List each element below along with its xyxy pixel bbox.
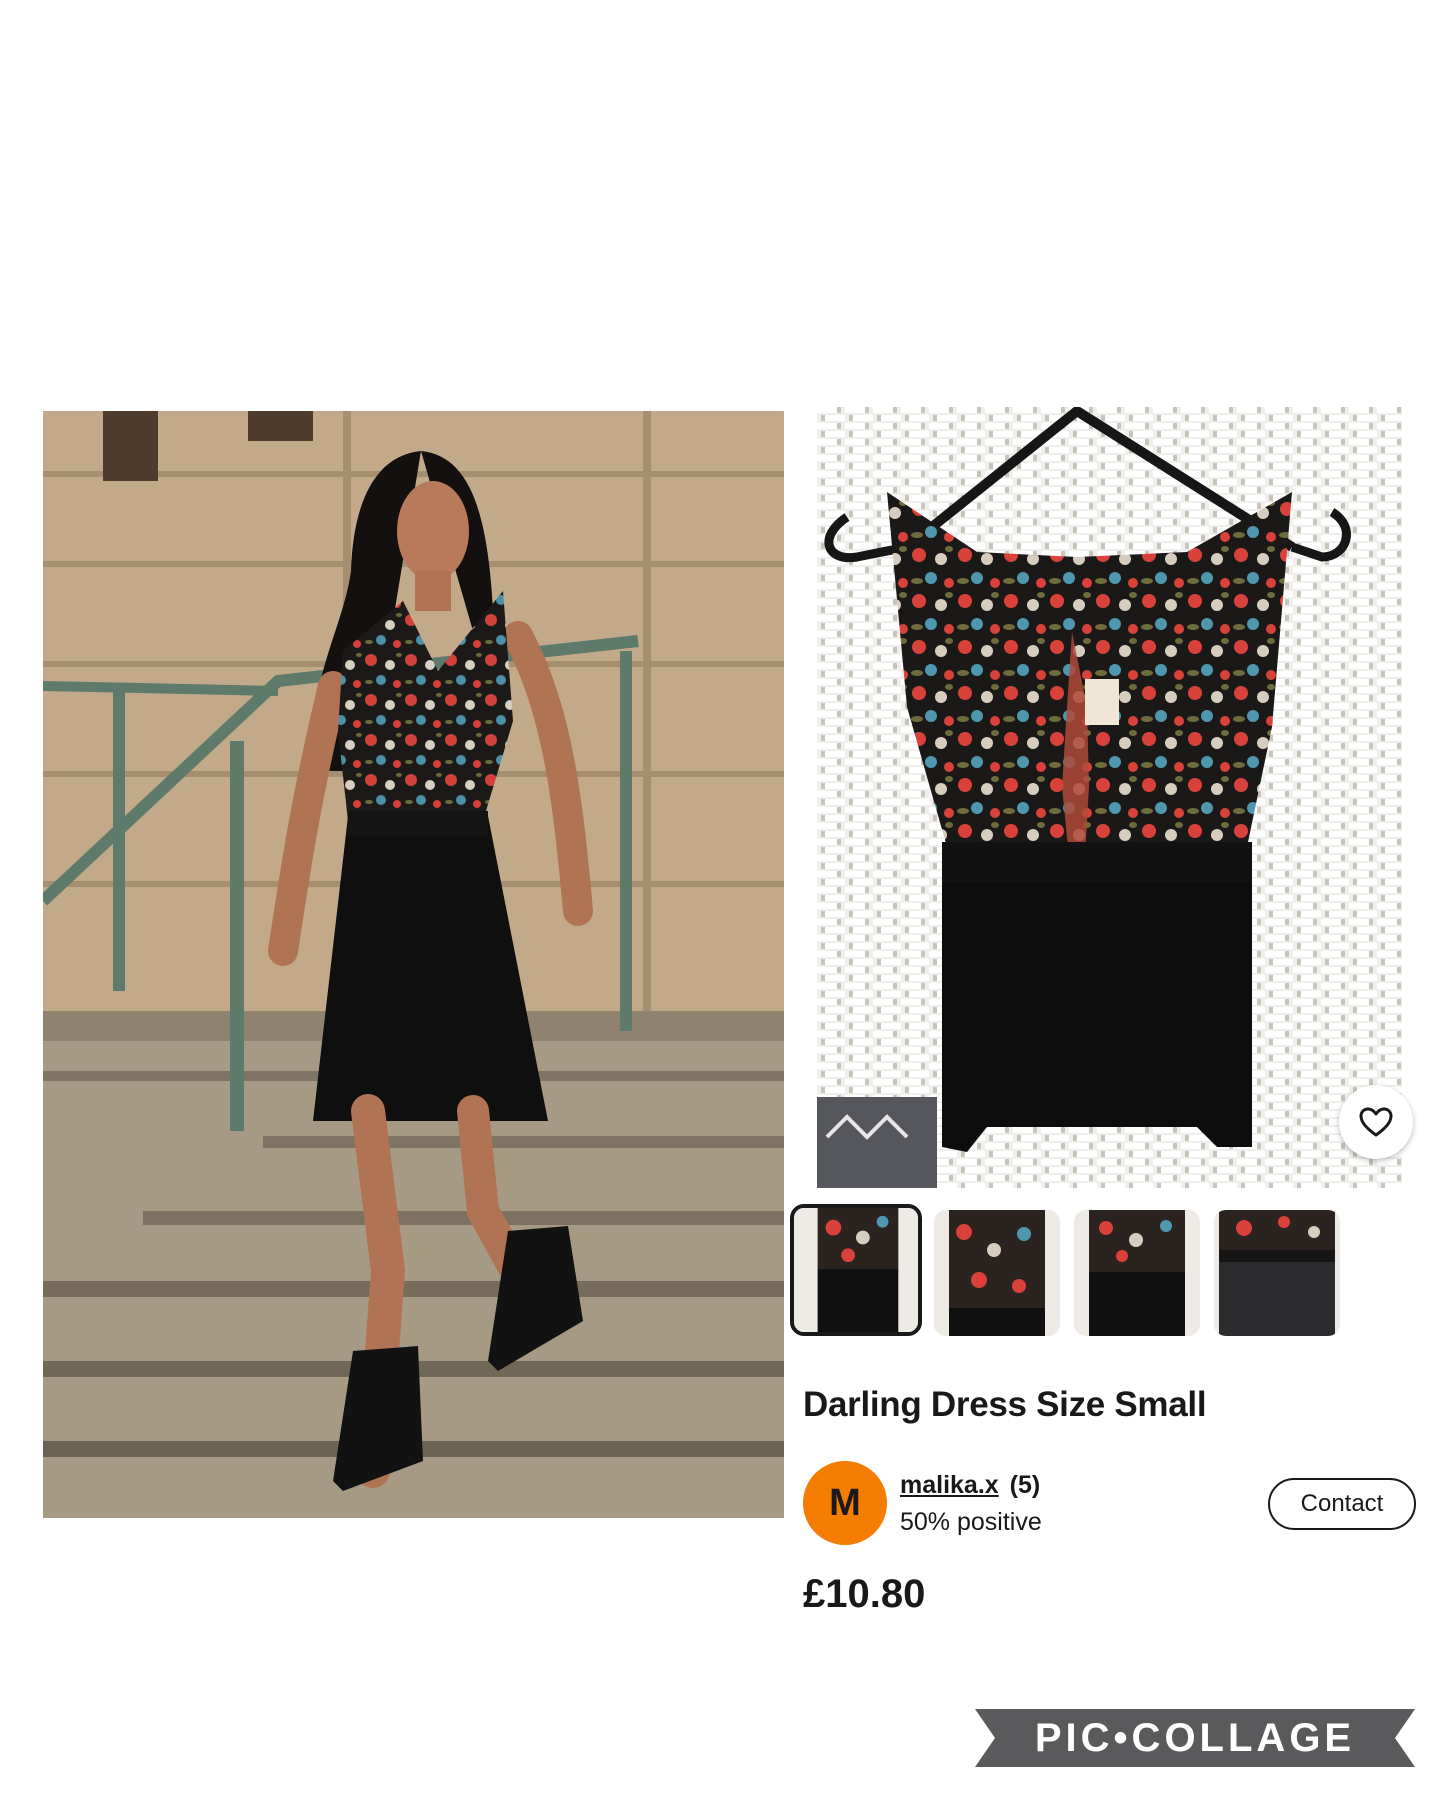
contact-button[interactable]: Contact: [1268, 1478, 1416, 1530]
main-product-photo[interactable]: [817, 407, 1402, 1188]
seller-feedback-count: (5): [1009, 1471, 1041, 1499]
seller-avatar[interactable]: M: [803, 1461, 887, 1545]
seller-info: M malika.x (5) 50% positive Contact: [803, 1461, 1423, 1545]
pic-collage-watermark: PIC•COLLAGE: [975, 1707, 1415, 1769]
seller-name-link[interactable]: malika.x: [900, 1471, 999, 1499]
watermark-text: PIC•COLLAGE: [1035, 1716, 1355, 1760]
thumbnail-4[interactable]: [1214, 1210, 1340, 1336]
thumbnail-gallery: [790, 1204, 1350, 1342]
collage-canvas: Darling Dress Size Small M malika.x (5) …: [0, 0, 1440, 1800]
model-photo: [43, 411, 784, 1518]
seller-name-row: malika.x (5): [900, 1471, 1040, 1500]
thumbnail-3[interactable]: [1074, 1210, 1200, 1336]
listing-price: £10.80: [803, 1572, 926, 1616]
seller-feedback-percent: 50% positive: [900, 1508, 1042, 1536]
thumbnail-1[interactable]: [790, 1204, 922, 1336]
listing-title: Darling Dress Size Small: [803, 1385, 1207, 1424]
favorite-button[interactable]: [1339, 1085, 1413, 1159]
heart-outline-icon: [1359, 1107, 1393, 1137]
thumbnail-2[interactable]: [934, 1210, 1060, 1336]
